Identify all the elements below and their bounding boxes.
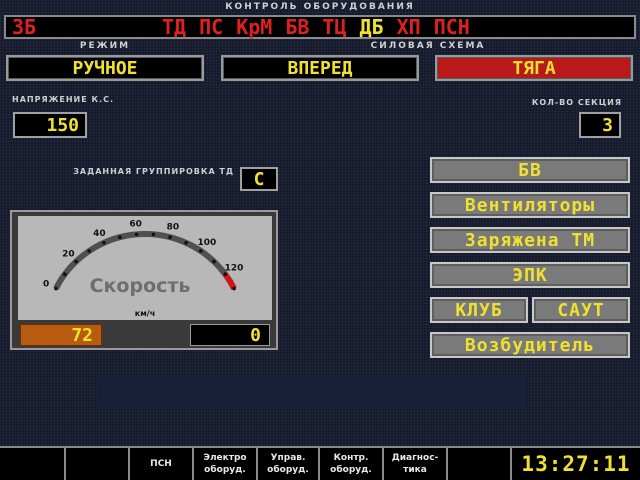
sections-label: КОЛ-ВО СЕКЦИЯ: [531, 98, 622, 107]
fkey-psn[interactable]: ПСН: [130, 448, 194, 480]
fkey-diagnostics-line2: тика: [403, 465, 427, 475]
speed-tick-label: 80: [167, 223, 180, 233]
equipment-code: 3Б: [12, 15, 37, 39]
speedometer-unit: км/ч: [135, 309, 155, 318]
epk-button[interactable]: ЭПК: [430, 262, 630, 288]
grouping-label: ЗАДАННАЯ ГРУППИРОВКА ТД: [73, 167, 234, 176]
speed-red-zone-arc: [222, 272, 237, 290]
target-speed-value: 0: [190, 324, 270, 346]
speed-tick-10: [63, 272, 67, 276]
status-indicator-7: ХП: [396, 15, 421, 39]
fkey-electrical-equipment[interactable]: Электро оборуд.: [194, 448, 258, 480]
speed-tick-label: 120: [225, 264, 244, 274]
mode-label: РЕЖИМ: [79, 41, 131, 51]
status-indicator-3: КрМ: [236, 15, 273, 39]
voltage-value: 150: [13, 112, 87, 138]
speed-tick-60: [134, 232, 139, 237]
sections-value: 3: [579, 112, 621, 138]
klub-button[interactable]: КЛУБ: [430, 297, 528, 323]
speed-tick-label: 40: [93, 229, 106, 239]
speed-tick-30: [87, 249, 91, 253]
speed-tick-130: [232, 286, 236, 291]
status-indicator-8: ПСН: [433, 15, 470, 39]
speed-tick-100: [199, 249, 203, 253]
status-indicator-2: ПС: [199, 15, 224, 39]
fkey-1[interactable]: [0, 448, 66, 480]
fans-button[interactable]: Вентиляторы: [430, 192, 630, 218]
status-indicator-6: ДБ: [359, 15, 384, 39]
clock: 13:27:11: [521, 452, 631, 476]
fkey-8[interactable]: [448, 448, 512, 480]
speed-tick-label: 60: [129, 219, 142, 229]
exciter-button[interactable]: Возбудитель: [430, 332, 630, 358]
fkey-diagnostics-line1: Диагнос-: [391, 453, 439, 463]
fkey-control-line2: оборуд.: [267, 465, 309, 475]
status-indicator-5: ТЦ: [322, 15, 347, 39]
speedometer-face: 0 20 40 60 80 100 120 Скорость км/ч: [18, 216, 272, 320]
speed-tick-110: [212, 259, 216, 264]
speed-tick-label: 0: [43, 280, 49, 290]
direction-value: ВПЕРЕД: [221, 55, 419, 81]
fkey-electrical-line1: Электро: [203, 453, 247, 463]
speedometer-title: Скорость: [90, 275, 191, 297]
speed-tick-40: [102, 241, 106, 245]
fkey-monitoring-line1: Контр.: [333, 453, 369, 463]
fkey-2[interactable]: [66, 448, 130, 480]
speed-tick-50: [118, 235, 122, 239]
fkey-psn-label: ПСН: [150, 459, 172, 469]
fkey-monitoring-equipment[interactable]: Контр. оборуд.: [320, 448, 384, 480]
status-indicator-1: ТД: [162, 15, 187, 39]
fkey-control-equipment[interactable]: Управ. оборуд.: [258, 448, 320, 480]
screen-title: КОНТРОЛЬ ОБОРУДОВАНИЯ: [225, 2, 415, 12]
fkey-control-line1: Управ.: [270, 453, 306, 463]
fkey-electrical-line2: оборуд.: [204, 465, 246, 475]
bv-button[interactable]: БВ: [430, 157, 630, 183]
indicator-list: ТД ПС КрМ БВ ТЦ ДБ ХП ПСН: [162, 15, 483, 39]
voltage-label: НАПРЯЖЕНИЕ К.С.: [12, 95, 114, 104]
brake-line-charged-button[interactable]: Заряжена ТМ: [430, 227, 630, 253]
speedometer-dial: 0 20 40 60 80 100 120 Скорость км/ч: [43, 219, 244, 318]
grouping-value: С: [240, 167, 278, 191]
speedometer-panel: 0 20 40 60 80 100 120 Скорость км/ч 72 0: [10, 210, 278, 350]
traction-state-value: ТЯГА: [435, 55, 633, 81]
fkey-diagnostics[interactable]: Диагнос- тика: [384, 448, 448, 480]
power-scheme-label: СИЛОВАЯ СХЕМА: [370, 41, 486, 51]
speed-tick-label: 20: [62, 250, 75, 260]
speed-tick-label: 100: [198, 238, 217, 248]
function-key-bar: ПСН Электро оборуд. Управ. оборуд. Контр…: [0, 446, 640, 480]
saut-button[interactable]: САУТ: [532, 297, 630, 323]
status-indicator-line: 3Б ТД ПС КрМ БВ ТЦ ДБ ХП ПСН: [4, 15, 636, 39]
message-area: [98, 376, 526, 408]
speed-tick-90: [184, 241, 188, 245]
speed-tick-20: [74, 259, 78, 264]
fkey-monitoring-line2: оборуд.: [330, 465, 372, 475]
status-indicator-4: БВ: [285, 15, 310, 39]
current-speed-value: 72: [20, 324, 102, 346]
mode-value: РУЧНОЕ: [6, 55, 204, 81]
speed-tick-70: [151, 232, 156, 237]
speed-tick-0: [54, 286, 58, 291]
speed-tick-80: [168, 235, 172, 239]
